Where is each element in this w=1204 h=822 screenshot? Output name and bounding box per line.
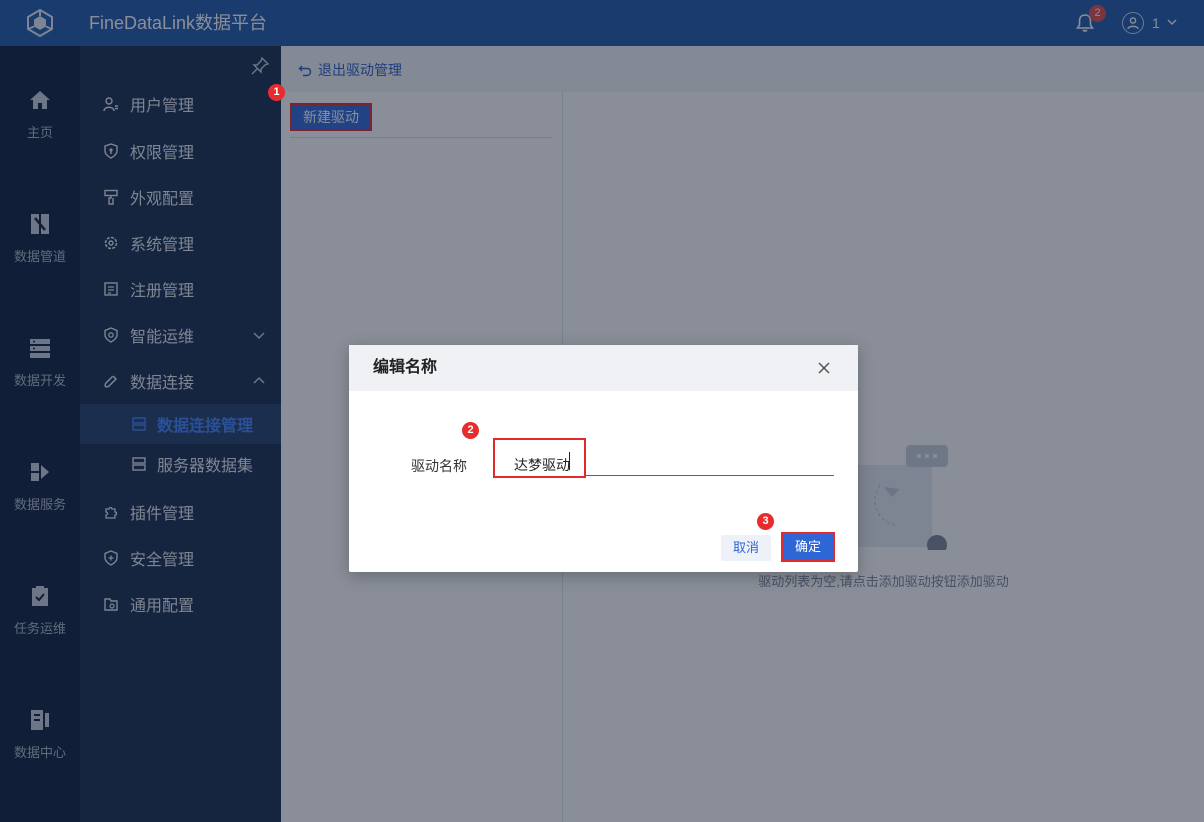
dialog-header: 编辑名称 (349, 345, 858, 391)
dialog-title: 编辑名称 (373, 359, 438, 376)
cancel-button[interactable]: 取消 (721, 535, 771, 561)
confirm-button[interactable]: 确定 (781, 532, 835, 562)
step-badge-1: 1 (268, 84, 285, 101)
driver-name-underline (586, 475, 834, 476)
step-badge-2: 2 (462, 422, 479, 439)
close-icon[interactable] (815, 359, 833, 377)
text-caret (569, 452, 570, 470)
step-badge-3: 3 (757, 513, 774, 530)
driver-name-value: 达梦驱动 (514, 457, 570, 473)
driver-name-label: 驱动名称 (411, 458, 467, 474)
